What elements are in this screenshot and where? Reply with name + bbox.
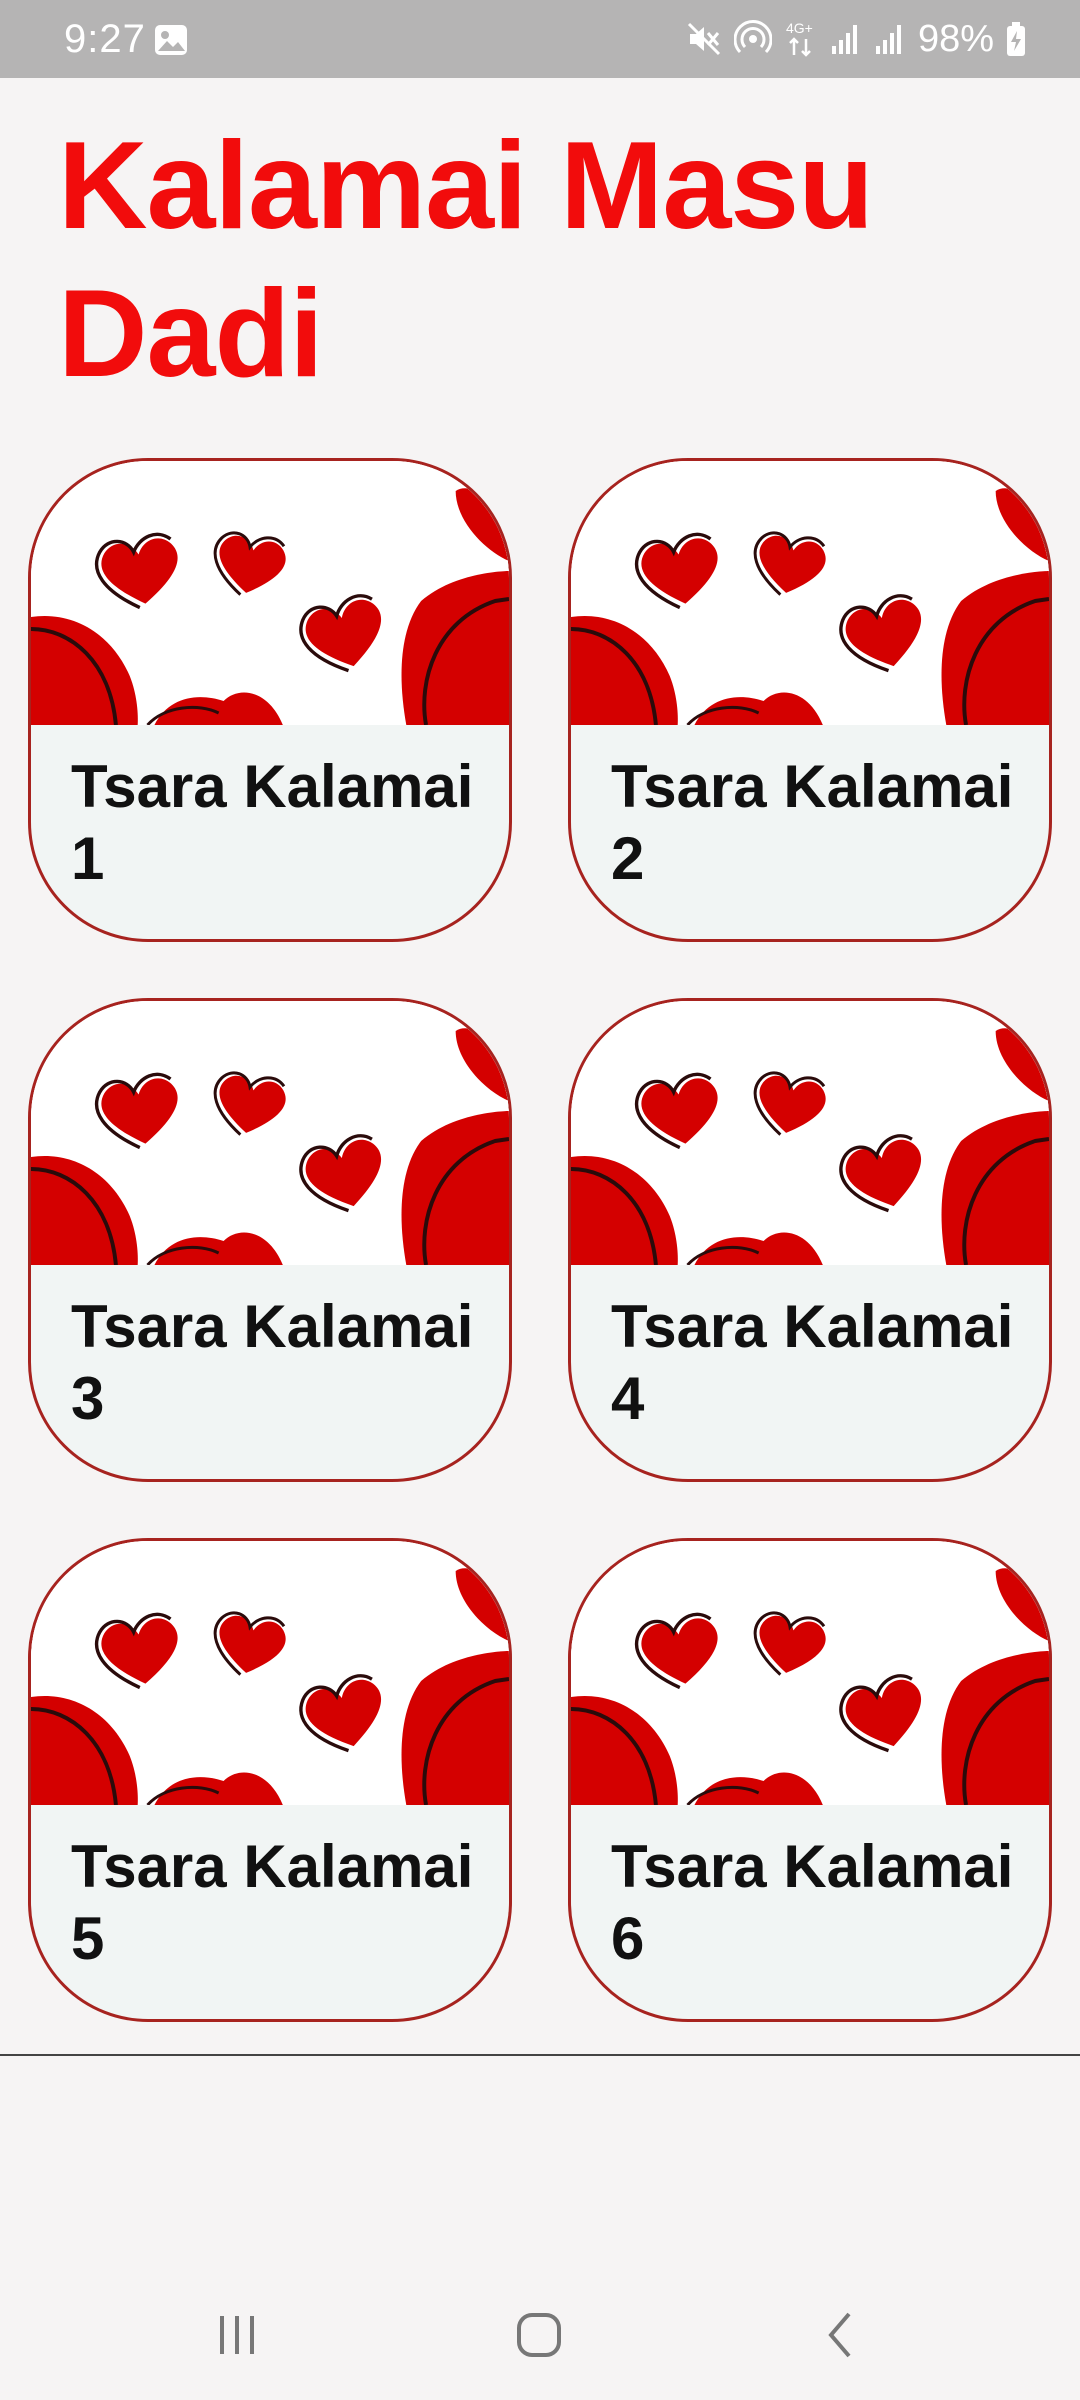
cards-grid: Tsara Kalamai 1 Tsara Kalamai 2 Tsara Ka… xyxy=(28,458,1052,2022)
card-2[interactable]: Tsara Kalamai 2 xyxy=(568,458,1052,942)
mute-icon xyxy=(687,22,720,56)
signal-icon xyxy=(875,25,901,54)
page-title: Kalamai Masu Dadi xyxy=(58,117,874,403)
card-label: Tsara Kalamai 6 xyxy=(611,1833,1014,1972)
back-button[interactable] xyxy=(796,2300,886,2370)
hearts-image xyxy=(31,1541,509,1805)
hearts-image xyxy=(571,1001,1049,1265)
battery-charging-icon xyxy=(1007,22,1025,56)
hearts-image xyxy=(31,1001,509,1265)
card-label: Tsara Kalamai 3 xyxy=(71,1293,474,1432)
home-button[interactable] xyxy=(494,2300,584,2370)
gallery-icon xyxy=(155,25,187,55)
hearts-image xyxy=(571,1541,1049,1805)
recent-apps-button[interactable] xyxy=(192,2300,282,2370)
recent-apps-icon xyxy=(220,2316,254,2354)
svg-text:4G+: 4G+ xyxy=(786,20,813,36)
home-icon xyxy=(517,2313,561,2357)
card-1[interactable]: Tsara Kalamai 1 xyxy=(28,458,512,942)
hearts-image xyxy=(571,461,1049,725)
card-6[interactable]: Tsara Kalamai 6 xyxy=(568,1538,1052,2022)
divider xyxy=(0,2054,1080,2056)
status-bar: 9:27 4G+ 98% xyxy=(0,0,1080,78)
navigation-bar xyxy=(0,2280,1080,2390)
status-icons: 4G+ 98% xyxy=(686,14,1026,64)
network-4g-icon: 4G+ xyxy=(786,20,813,57)
hearts-image xyxy=(31,461,509,725)
card-label: Tsara Kalamai 1 xyxy=(71,753,474,892)
card-label: Tsara Kalamai 5 xyxy=(71,1833,474,1972)
card-5[interactable]: Tsara Kalamai 5 xyxy=(28,1538,512,2022)
card-3[interactable]: Tsara Kalamai 3 xyxy=(28,998,512,1482)
card-label: Tsara Kalamai 2 xyxy=(611,753,1014,892)
hotspot-icon xyxy=(733,20,772,54)
back-icon xyxy=(828,2312,851,2358)
signal-icon xyxy=(831,25,857,54)
card-4[interactable]: Tsara Kalamai 4 xyxy=(568,998,1052,1482)
card-label: Tsara Kalamai 4 xyxy=(611,1293,1014,1432)
status-time: 9:27 xyxy=(64,17,146,61)
battery-percentage: 98% xyxy=(917,18,994,60)
